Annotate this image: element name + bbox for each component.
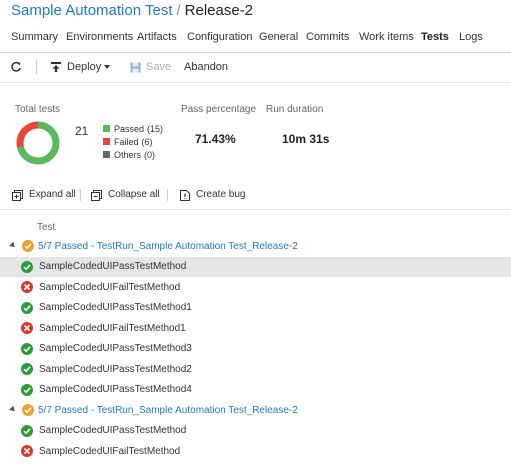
- test-name: SampleCodedUIFailTestMethod: [39, 281, 181, 293]
- collapse-all-button[interactable]: Collapse all: [91, 186, 160, 204]
- breadcrumb-separator: /: [176, 2, 181, 19]
- legend-passed: Passed (15): [103, 122, 163, 135]
- run-duration-value: 10m 31s: [282, 132, 330, 146]
- failed-icon: [21, 281, 33, 293]
- passed-label: Passed: [114, 123, 145, 134]
- test-name: SampleCodedUIFailTestMethod1: [39, 322, 186, 334]
- tab-logs[interactable]: Logs: [459, 26, 483, 48]
- test-result-row[interactable]: SampleCodedUIPassTestMethod3: [0, 339, 511, 360]
- test-result-row[interactable]: SampleCodedUIFailTestMethod: [0, 277, 511, 298]
- pass-percentage-value: 71.43%: [195, 132, 236, 146]
- donut-segments: [16, 121, 60, 165]
- test-result-row[interactable]: SampleCodedUIPassTestMethod: [0, 256, 511, 277]
- actions-separator: [167, 189, 168, 201]
- test-run-group-row[interactable]: 5/7 Passed - TestRun_Sample Automation T…: [0, 236, 511, 257]
- test-result-row[interactable]: SampleCodedUIPassTestMethod4: [0, 380, 511, 401]
- failed-label: Failed: [114, 136, 139, 147]
- save-button[interactable]: Save: [130, 56, 171, 78]
- tab-summary[interactable]: Summary: [11, 26, 58, 48]
- others-label: Others: [114, 149, 142, 160]
- create-bug-label: Create bug: [196, 189, 246, 200]
- failed-icon: [21, 322, 33, 334]
- passed-icon: [21, 301, 33, 314]
- failed-count: (6): [141, 136, 153, 147]
- breadcrumb: Sample Automation Test / Release-2: [11, 0, 253, 22]
- test-name: SampleCodedUIPassTestMethod: [39, 261, 187, 273]
- passed-swatch: [103, 125, 110, 132]
- passed-icon: [21, 424, 33, 437]
- tab-commits[interactable]: Commits: [306, 26, 349, 48]
- grid-actions: Expand all Collapse all Create bug: [0, 186, 511, 204]
- tab-bar: Summary Environments Artifacts Configura…: [0, 26, 511, 50]
- toolbar-divider: [0, 82, 511, 83]
- test-name: SampleCodedUIPassTestMethod2: [39, 363, 192, 375]
- test-result-row[interactable]: SampleCodedUIPassTestMethod1: [0, 298, 511, 319]
- test-name: SampleCodedUIPassTestMethod1: [39, 302, 192, 314]
- collapse-all-icon: [91, 189, 102, 201]
- abandon-button[interactable]: Abandon: [184, 56, 228, 78]
- passed-icon: [21, 383, 33, 396]
- actions-divider: [0, 209, 511, 210]
- passed-icon: [21, 342, 33, 355]
- in-progress-status-icon: [22, 404, 34, 416]
- in-progress-status-icon: [22, 240, 34, 252]
- tab-work-items[interactable]: Work items: [359, 26, 414, 48]
- failed-icon: [21, 445, 33, 457]
- test-run-group-row[interactable]: 5/7 Passed - TestRun_Sample Automation T…: [0, 400, 511, 421]
- passed-count: (15): [147, 123, 164, 134]
- failed-swatch: [103, 138, 110, 145]
- tab-environments[interactable]: Environments: [66, 26, 133, 48]
- results-donut-chart: [16, 121, 60, 165]
- tab-general[interactable]: General: [259, 26, 298, 48]
- collapse-all-label: Collapse all: [108, 189, 160, 200]
- expand-collapse-chevron-icon[interactable]: [9, 405, 17, 414]
- test-result-row[interactable]: SampleCodedUIFailTestMethod: [0, 441, 511, 462]
- release-name: Release-2: [184, 2, 254, 19]
- toolbar-separator: [36, 60, 37, 74]
- create-bug-icon: [180, 189, 190, 201]
- deploy-button[interactable]: Deploy: [50, 56, 111, 78]
- expand-all-label: Expand all: [29, 189, 76, 200]
- test-name: SampleCodedUIPassTestMethod4: [39, 384, 192, 396]
- test-result-row[interactable]: SampleCodedUIFailTestMethod1: [0, 318, 511, 339]
- chevron-down-icon: [104, 65, 111, 69]
- legend-failed: Failed (6): [103, 135, 163, 148]
- refresh-icon: [10, 61, 22, 73]
- test-result-row[interactable]: SampleCodedUIPassTestMethod2: [0, 359, 511, 380]
- test-name: SampleCodedUIPassTestMethod3: [39, 343, 192, 355]
- total-tests-label: Total tests: [15, 104, 61, 115]
- pass-percentage-label: Pass percentage: [181, 104, 257, 115]
- tab-tests[interactable]: Tests: [421, 26, 449, 48]
- tab-artifacts[interactable]: Artifacts: [137, 26, 177, 48]
- expand-collapse-chevron-icon[interactable]: [9, 241, 17, 250]
- others-count: (0): [144, 149, 156, 160]
- deploy-icon: [50, 61, 62, 73]
- expand-all-button[interactable]: Expand all: [12, 186, 76, 204]
- save-icon: [130, 62, 141, 73]
- deploy-label: Deploy: [67, 61, 102, 73]
- expand-all-icon: [12, 189, 23, 201]
- test-name: SampleCodedUIFailTestMethod: [39, 445, 181, 457]
- save-label: Save: [146, 61, 172, 73]
- test-name: SampleCodedUIPassTestMethod: [39, 425, 187, 437]
- column-header-test[interactable]: Test: [37, 222, 55, 233]
- test-result-row[interactable]: SampleCodedUIPassTestMethod: [0, 421, 511, 442]
- passed-icon: [21, 363, 33, 375]
- test-results-grid: 5/7 Passed - TestRun_Sample Automation T…: [0, 236, 511, 462]
- actions-separator: [80, 189, 81, 201]
- toolbar: Deploy Save Abandon: [0, 56, 511, 78]
- tab-configuration[interactable]: Configuration: [187, 26, 252, 48]
- results-legend: Passed (15) Failed (6) Others (0): [103, 122, 163, 161]
- test-run-group-label: 5/7 Passed - TestRun_Sample Automation T…: [38, 404, 298, 416]
- others-swatch: [103, 151, 110, 158]
- legend-others: Others (0): [103, 148, 163, 161]
- refresh-button[interactable]: [10, 56, 27, 78]
- release-definition-link[interactable]: Sample Automation Test: [11, 2, 172, 19]
- create-bug-button[interactable]: Create bug: [180, 186, 245, 204]
- test-run-group-label: 5/7 Passed - TestRun_Sample Automation T…: [38, 240, 298, 252]
- passed-icon: [21, 260, 33, 273]
- tab-divider: [0, 52, 511, 53]
- run-duration-label: Run duration: [266, 104, 324, 115]
- total-tests-count: 21: [75, 124, 89, 138]
